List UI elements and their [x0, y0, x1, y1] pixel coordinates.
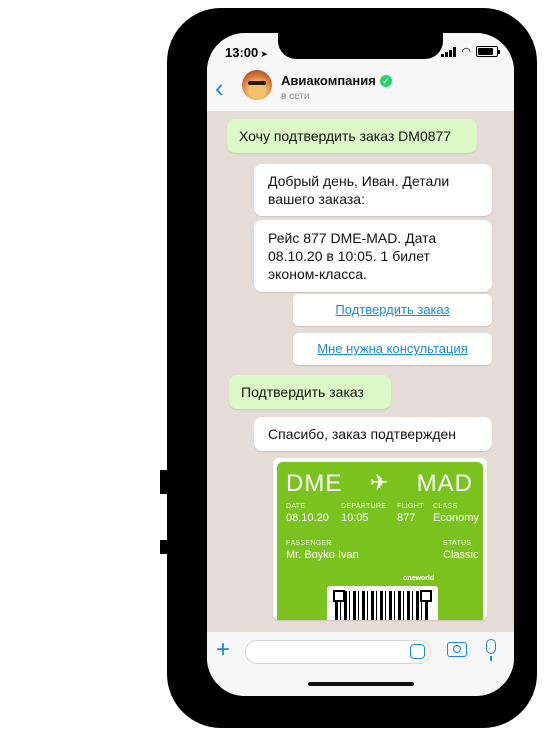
notch — [278, 33, 443, 59]
ticket-flight-label: FLIGHT — [397, 503, 424, 510]
airplane-icon: ✈ — [370, 470, 389, 495]
ticket-class-label: CLASS — [433, 503, 458, 510]
ticket-class: Economy — [433, 512, 479, 524]
contact-status: в сети — [281, 91, 310, 102]
message-incoming: Рейс 877 DME-MAD. Дата 08.10.20 в 10:05.… — [254, 220, 492, 292]
ticket-passenger: Mr. Boyko Ivan — [286, 549, 359, 561]
ticket-departure-label: DEPARTURE — [341, 503, 387, 510]
message-outgoing: Подтвердить заказ — [229, 375, 391, 409]
message-incoming: Спасибо, заказ подтвержден — [254, 417, 492, 451]
status-time-text: 13:00 — [225, 45, 259, 60]
camera-icon[interactable] — [447, 642, 467, 657]
contact-name[interactable]: Авиакомпания ✓ — [281, 73, 392, 88]
ticket-passenger-label: PASSENGER — [286, 540, 332, 547]
boarding-qr-code — [327, 586, 438, 620]
plus-icon[interactable]: + — [216, 636, 230, 664]
avatar[interactable] — [242, 70, 272, 100]
home-indicator — [308, 682, 414, 686]
boarding-pass-card[interactable]: DME ✈ MAD DATE 08.10.20 DEPARTURE 10:05 … — [273, 458, 487, 620]
contact-name-text: Авиакомпания — [281, 73, 376, 88]
battery-icon — [476, 46, 500, 57]
message-incoming: Добрый день, Иван. Детали вашего заказа: — [254, 164, 492, 216]
status-icons: ◠ — [441, 45, 500, 58]
message-outgoing: Хочу подтвердить заказ DM0877 — [227, 119, 477, 153]
phone-screen: 13:00 ➤ ◠ ‹ Авиакомпания ✓ в сети Хочу под… — [207, 33, 514, 696]
status-time: 13:00 ➤ — [225, 45, 268, 60]
location-arrow-icon: ➤ — [260, 49, 268, 59]
ticket-flight: 877 — [397, 512, 416, 524]
quick-reply-consultation-button[interactable]: Мне нужна консультация — [293, 333, 492, 365]
ticket-departure: 10:05 — [341, 512, 369, 524]
ticket-from: DME — [286, 470, 343, 497]
ticket-status-label: STATUS — [443, 540, 472, 547]
signal-icon — [441, 46, 457, 57]
boarding-pass: DME ✈ MAD DATE 08.10.20 DEPARTURE 10:05 … — [277, 462, 483, 620]
verified-icon: ✓ — [379, 75, 392, 87]
input-bar: + — [207, 631, 514, 696]
ticket-to: MAD — [416, 470, 473, 497]
message-input[interactable] — [245, 640, 431, 664]
chat-header: ‹ Авиакомпания ✓ в сети — [207, 67, 514, 112]
back-icon[interactable]: ‹ — [215, 75, 224, 101]
ticket-date-label: DATE — [286, 503, 306, 510]
mic-icon[interactable] — [486, 639, 496, 661]
quick-reply-confirm-button[interactable]: Подтвердить заказ — [293, 294, 492, 326]
alliance-logo: oneworld — [403, 575, 435, 582]
wifi-icon: ◠ — [461, 46, 471, 58]
ticket-date: 08.10.20 — [286, 512, 329, 524]
sticker-icon[interactable] — [410, 644, 425, 659]
ticket-status: Classic — [443, 549, 479, 561]
